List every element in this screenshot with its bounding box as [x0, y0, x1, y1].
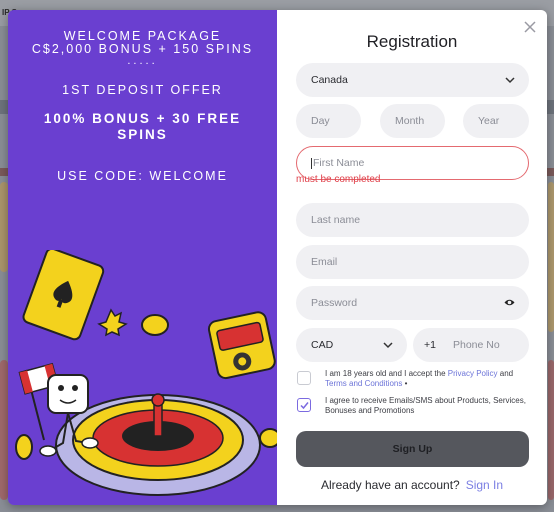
- country-value: Canada: [311, 74, 348, 86]
- text-caret: [311, 157, 312, 169]
- coin-icon: [259, 428, 277, 448]
- promo-code: USE CODE: WELCOME: [57, 169, 228, 183]
- promo-bonus: 100% BONUS + 30 FREE SPINS: [43, 111, 242, 142]
- birth-year-select[interactable]: Year: [463, 104, 529, 138]
- promo-dots: .....: [127, 55, 158, 67]
- promo-offer: 1ST DEPOSIT OFFER: [62, 83, 223, 97]
- sign-in-link[interactable]: Sign In: [466, 478, 503, 492]
- age-consent-text: I am 18 years old and I accept the Priva…: [325, 369, 533, 388]
- birth-month-select[interactable]: Month: [380, 104, 445, 138]
- phone-placeholder: Phone No: [452, 339, 500, 351]
- sign-up-button[interactable]: Sign Up: [296, 431, 529, 467]
- maple-leaf-icon: [97, 308, 128, 337]
- marketing-consent-checkbox[interactable]: [297, 398, 311, 412]
- password-placeholder: Password: [311, 297, 358, 309]
- slot-machine-icon: [207, 311, 276, 380]
- first-name-error: must be completed: [296, 174, 381, 185]
- country-select[interactable]: Canada: [296, 63, 529, 97]
- sign-in-prompt-text: Already have an account?: [320, 478, 460, 492]
- promo-panel: WELCOME PACKAGE C$2,000 BONUS + 150 SPIN…: [8, 10, 277, 505]
- background-game-tile: [548, 360, 554, 500]
- chevron-down-icon: [505, 77, 515, 84]
- sign-in-prompt: Already have an account? Sign In: [277, 478, 547, 492]
- chevron-down-icon: [383, 342, 393, 349]
- background-game-tile: [0, 182, 8, 272]
- birth-year-placeholder: Year: [478, 115, 500, 127]
- currency-select[interactable]: CAD: [296, 328, 407, 362]
- form-title: Registration: [366, 32, 458, 51]
- email-placeholder: Email: [311, 256, 338, 268]
- background-game-tile: [0, 360, 8, 500]
- birth-day-placeholder: Day: [311, 115, 330, 127]
- phone-country-code: +1: [424, 339, 436, 351]
- privacy-policy-link[interactable]: Privacy Policy: [448, 369, 498, 378]
- coin-icon: [141, 314, 169, 336]
- age-consent-and: and: [497, 369, 514, 378]
- currency-value: CAD: [311, 339, 334, 351]
- terms-suffix: •: [402, 378, 408, 388]
- playing-card-icon: [22, 250, 105, 341]
- last-name-placeholder: Last name: [311, 214, 361, 226]
- password-input[interactable]: Password: [296, 286, 529, 320]
- birth-month-placeholder: Month: [395, 115, 425, 127]
- age-consent-checkbox[interactable]: [297, 371, 311, 385]
- casino-illustration: [15, 250, 277, 496]
- terms-link[interactable]: Terms and Conditions: [325, 379, 402, 388]
- coin-icon: [15, 434, 33, 460]
- marketing-consent-text: I agree to receive Emails/SMS about Prod…: [325, 396, 526, 415]
- birth-day-select[interactable]: Day: [296, 104, 361, 138]
- phone-input[interactable]: +1 Phone No: [413, 328, 529, 362]
- background-game-tile: [548, 182, 554, 332]
- eye-icon[interactable]: [504, 298, 515, 307]
- checkmark-icon: [299, 401, 309, 409]
- age-consent-prefix: I am 18 years old and I accept the: [325, 369, 448, 378]
- first-name-placeholder: First Name: [313, 157, 365, 169]
- last-name-input[interactable]: Last name: [296, 203, 529, 237]
- promo-text-block: WELCOME PACKAGE C$2,000 BONUS + 150 SPIN…: [8, 30, 277, 184]
- email-input[interactable]: Email: [296, 245, 529, 279]
